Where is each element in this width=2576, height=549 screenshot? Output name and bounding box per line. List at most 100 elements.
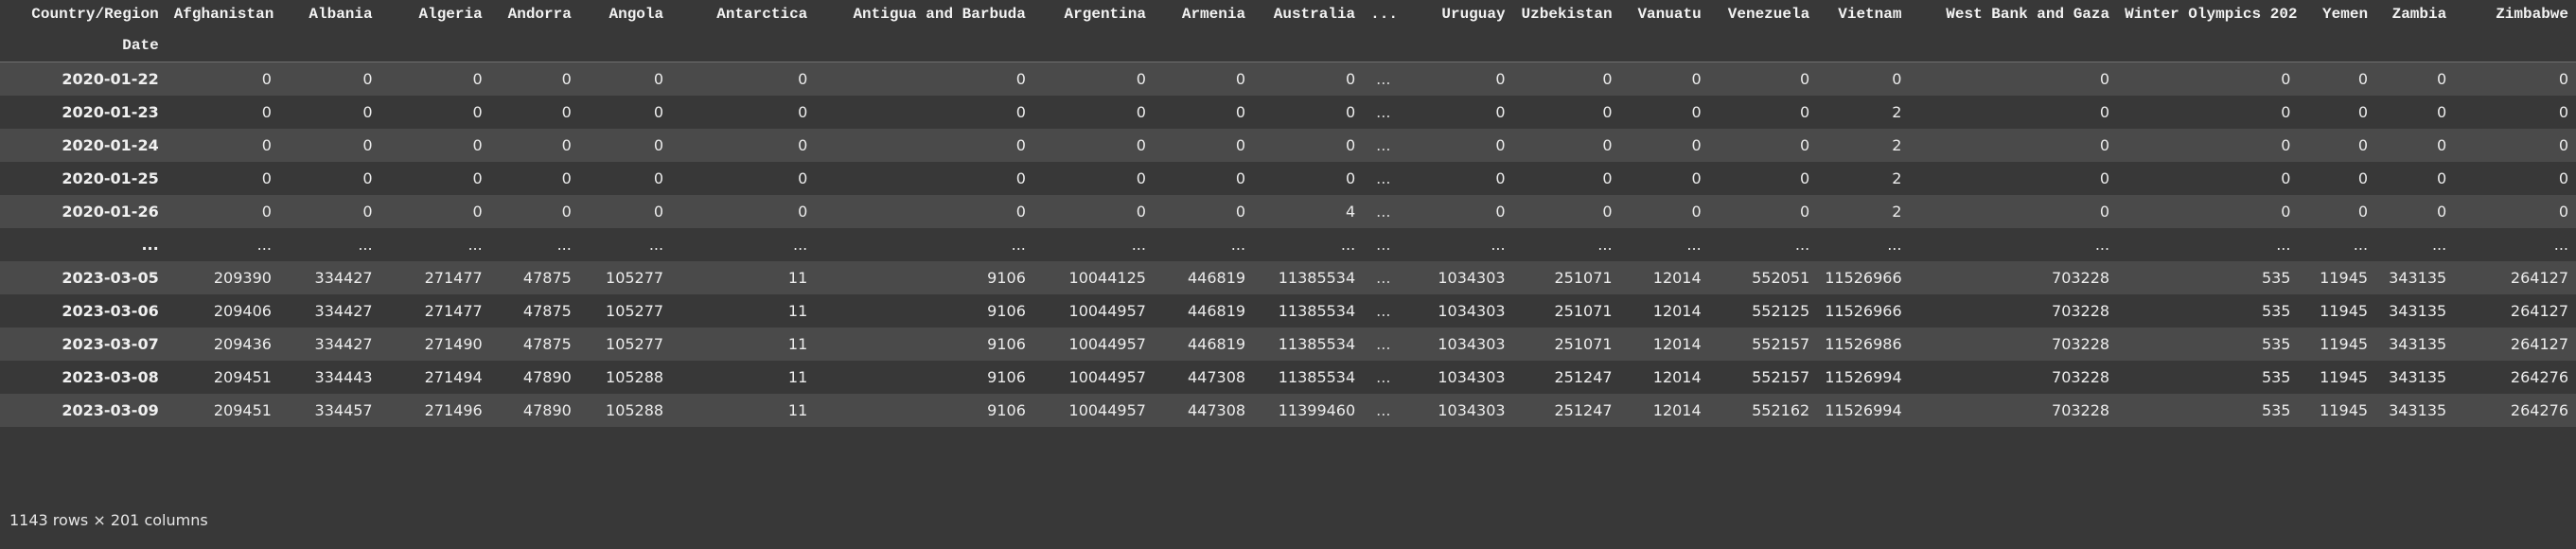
header-spacer bbox=[379, 28, 490, 62]
table-cell: 9106 bbox=[987, 334, 1026, 353]
table-cell: 0 bbox=[2558, 202, 2568, 221]
table-cell: 11526966 bbox=[1825, 301, 1902, 320]
table-cell: 1034303 bbox=[1438, 334, 1506, 353]
column-header: Vanuatu bbox=[1637, 6, 1702, 23]
table-cell: 703228 bbox=[2052, 268, 2110, 287]
table-cell: 264127 bbox=[2510, 334, 2568, 353]
row-index: 2023-03-08 bbox=[62, 367, 159, 386]
table-cell: 0 bbox=[1691, 102, 1702, 121]
table-cell: 334443 bbox=[314, 367, 373, 386]
table-cell: 0 bbox=[2357, 202, 2369, 221]
table-cell: 703228 bbox=[2052, 400, 2110, 419]
table-cell: 0 bbox=[261, 102, 272, 121]
table-cell: 0 bbox=[1235, 135, 1246, 154]
table-cell: 703228 bbox=[2052, 301, 2110, 320]
table-cell: ... bbox=[1376, 235, 1391, 254]
table-cell: 9106 bbox=[987, 301, 1026, 320]
table-cell: 535 bbox=[2261, 268, 2291, 287]
table-cell: ... bbox=[358, 235, 373, 254]
table-cell: 2 bbox=[1892, 102, 1902, 121]
table-cell: 0 bbox=[472, 135, 483, 154]
table-cell: 0 bbox=[1235, 168, 1246, 187]
table-cell: 535 bbox=[2261, 367, 2291, 386]
index-name-row: Date bbox=[0, 28, 2576, 62]
header-spacer bbox=[1708, 28, 1818, 62]
table-cell: 11526966 bbox=[1825, 268, 1902, 287]
table-cell: 0 bbox=[561, 69, 572, 88]
table-cell: 264127 bbox=[2510, 301, 2568, 320]
table-cell: 11 bbox=[787, 301, 808, 320]
table-cell: 0 bbox=[2357, 168, 2369, 187]
table-cell: 11 bbox=[787, 268, 808, 287]
table-cell: ... bbox=[1230, 235, 1246, 254]
table-cell: 11945 bbox=[2320, 334, 2369, 353]
table-cell: 552157 bbox=[1752, 334, 1810, 353]
table-cell: 0 bbox=[2281, 69, 2291, 88]
table-cell: 209436 bbox=[213, 334, 272, 353]
header-spacer bbox=[1909, 28, 2118, 62]
table-cell: 0 bbox=[561, 168, 572, 187]
table-cell: ... bbox=[1131, 235, 1146, 254]
table-cell: 0 bbox=[653, 102, 664, 121]
column-header: West Bank and Gaza bbox=[1946, 6, 2110, 23]
column-header: Andorra bbox=[507, 6, 572, 23]
table-cell: 0 bbox=[2437, 69, 2447, 88]
table-cell: 0 bbox=[2099, 202, 2110, 221]
index-name: Date bbox=[0, 28, 167, 62]
table-cell: 0 bbox=[1495, 135, 1506, 154]
table-cell: 0 bbox=[1136, 69, 1146, 88]
table-cell: ... bbox=[1376, 268, 1391, 287]
row-index: 2020-01-24 bbox=[62, 135, 159, 154]
table-cell: 11 bbox=[787, 334, 808, 353]
row-index: 2020-01-25 bbox=[62, 168, 159, 187]
table-cell: 47875 bbox=[522, 334, 572, 353]
table-cell: 251071 bbox=[1554, 334, 1613, 353]
table-cell: ... bbox=[1376, 301, 1391, 320]
dataframe-output: Country/Region Afghanistan Albania Algeria… bbox=[0, 0, 2576, 549]
column-header: Albania bbox=[309, 6, 373, 23]
table-cell: 251071 bbox=[1554, 268, 1613, 287]
table-cell: ... bbox=[2431, 235, 2447, 254]
table-row: 2023-03-07 209436 334427 271490 47875 105277 1… bbox=[0, 327, 2576, 361]
table-cell: 9106 bbox=[987, 367, 1026, 386]
table-row: ........................................… bbox=[0, 227, 2576, 261]
table-cell: 703228 bbox=[2052, 367, 2110, 386]
table-cell: 0 bbox=[362, 168, 373, 187]
column-header: Zimbabwe bbox=[2496, 6, 2568, 23]
row-index: 2023-03-06 bbox=[62, 301, 159, 320]
column-header: Yemen bbox=[2322, 6, 2369, 23]
table-cell: 0 bbox=[261, 135, 272, 154]
table-cell: 0 bbox=[653, 69, 664, 88]
table-cell: 0 bbox=[1345, 135, 1356, 154]
row-index: 2023-03-07 bbox=[62, 334, 159, 353]
table-cell: 0 bbox=[472, 202, 483, 221]
table-cell: 0 bbox=[2281, 202, 2291, 221]
header-spacer bbox=[2117, 28, 2299, 62]
table-cell: 11945 bbox=[2320, 400, 2369, 419]
table-cell: 209406 bbox=[213, 301, 272, 320]
table-cell: 0 bbox=[1015, 168, 1026, 187]
table-cell: 0 bbox=[1691, 69, 1702, 88]
table-cell: 343135 bbox=[2389, 334, 2447, 353]
table-cell: ... bbox=[1887, 235, 1902, 254]
header-spacer bbox=[1817, 28, 1910, 62]
header-spacer bbox=[1512, 28, 1620, 62]
table-cell: 0 bbox=[1136, 168, 1146, 187]
header-spacer bbox=[2454, 28, 2576, 62]
table-cell: 47875 bbox=[522, 268, 572, 287]
table-cell: 264276 bbox=[2510, 367, 2568, 386]
table-cell: 9106 bbox=[987, 400, 1026, 419]
table-cell: 703228 bbox=[2052, 334, 2110, 353]
table-cell: 271477 bbox=[424, 268, 483, 287]
table-cell: 105277 bbox=[606, 301, 664, 320]
table-cell: 0 bbox=[1136, 102, 1146, 121]
header-spacer bbox=[1420, 28, 1513, 62]
header-spacer bbox=[166, 28, 279, 62]
column-header: Algeria bbox=[418, 6, 483, 23]
table-cell: 0 bbox=[362, 202, 373, 221]
row-column-count: 1143 rows × 201 columns bbox=[9, 511, 208, 529]
table-cell: 11526986 bbox=[1825, 334, 1902, 353]
table-cell: 0 bbox=[653, 135, 664, 154]
table-cell: 11385534 bbox=[1278, 301, 1356, 320]
table-cell: 0 bbox=[2558, 69, 2568, 88]
